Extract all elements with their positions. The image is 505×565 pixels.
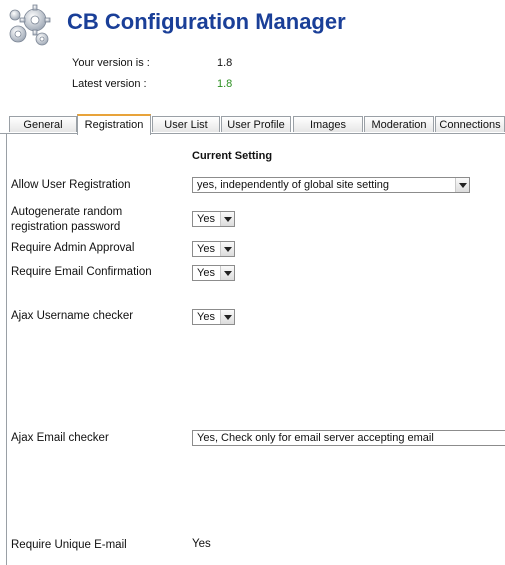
unique-email-label: Require Unique E-mail bbox=[11, 539, 127, 551]
current-setting-header: Current Setting bbox=[192, 150, 273, 162]
chevron-down-icon bbox=[220, 310, 234, 324]
ajax-email-select[interactable]: Yes, Check only for email server accepti… bbox=[192, 430, 505, 446]
tab-user-profile[interactable]: User Profile bbox=[221, 116, 291, 132]
latest-version-label: Latest version : bbox=[72, 78, 147, 90]
ajax-username-select[interactable]: Yes bbox=[192, 309, 235, 325]
unique-email-value: Yes bbox=[192, 538, 211, 550]
admin-approval-label: Require Admin Approval bbox=[11, 242, 135, 254]
page-title: CB Configuration Manager bbox=[67, 9, 346, 34]
autogenerate-password-label: Autogenerate random registration passwor… bbox=[11, 206, 123, 233]
autogenerate-password-select[interactable]: Yes bbox=[192, 211, 235, 227]
ajax-username-value: Yes bbox=[197, 311, 215, 323]
your-version-label: Your version is : bbox=[72, 57, 150, 69]
tab-connections[interactable]: Connections bbox=[435, 116, 505, 132]
tab-user-list[interactable]: User List bbox=[152, 116, 220, 132]
autogenerate-password-value: Yes bbox=[197, 213, 215, 225]
ajax-email-value: Yes, Check only for email server accepti… bbox=[197, 432, 434, 444]
ajax-username-label: Ajax Username checker bbox=[11, 310, 134, 322]
your-version-value: 1.8 bbox=[217, 57, 233, 69]
chevron-down-icon bbox=[220, 212, 234, 226]
admin-approval-select[interactable]: Yes bbox=[192, 241, 235, 257]
allow-registration-select[interactable]: yes, independently of global site settin… bbox=[192, 177, 470, 193]
email-confirmation-value: Yes bbox=[197, 267, 215, 279]
chevron-down-icon bbox=[220, 242, 234, 256]
email-confirmation-select[interactable]: Yes bbox=[192, 265, 235, 281]
allow-registration-label: Allow User Registration bbox=[11, 179, 131, 191]
chevron-down-icon bbox=[455, 178, 469, 192]
gears-logo-icon bbox=[5, 3, 55, 49]
latest-version-value: 1.8 bbox=[217, 78, 233, 90]
admin-approval-value: Yes bbox=[197, 243, 215, 255]
email-confirmation-label: Require Email Confirmation bbox=[11, 266, 152, 278]
tab-registration[interactable]: Registration bbox=[77, 114, 151, 135]
tab-images[interactable]: Images bbox=[293, 116, 363, 132]
tab-moderation[interactable]: Moderation bbox=[364, 116, 434, 132]
chevron-down-icon bbox=[220, 266, 234, 280]
tab-general[interactable]: General bbox=[9, 116, 77, 132]
registration-panel bbox=[6, 134, 505, 565]
tab-bar: General Registration User List User Prof… bbox=[0, 114, 505, 135]
allow-registration-value: yes, independently of global site settin… bbox=[197, 179, 390, 191]
ajax-email-label: Ajax Email checker bbox=[11, 432, 109, 444]
